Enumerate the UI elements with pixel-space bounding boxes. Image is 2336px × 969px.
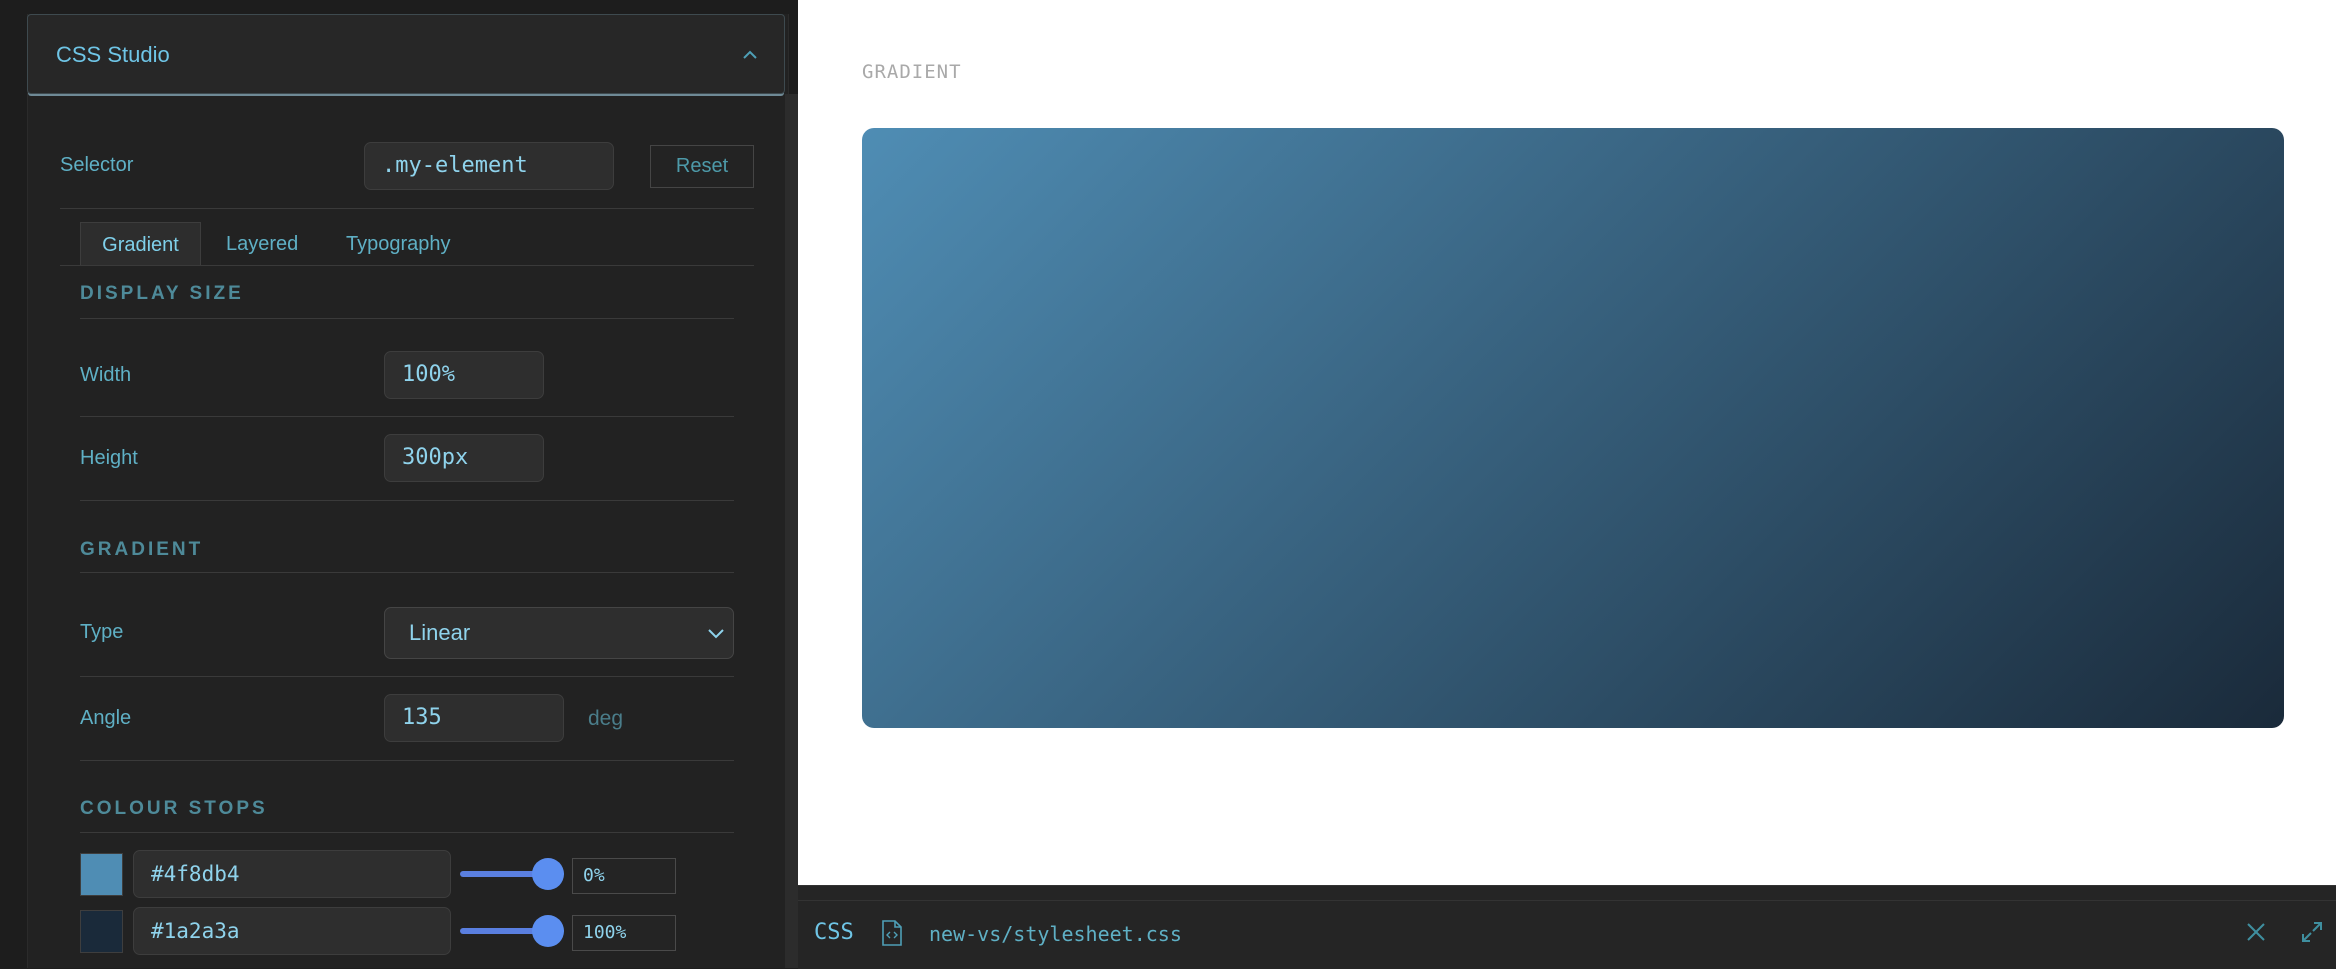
selector-label: Selector xyxy=(60,154,134,176)
colour-stops-heading: COLOUR STOPS xyxy=(80,798,268,819)
stop-position-slider[interactable] xyxy=(460,858,564,890)
tab-typography[interactable]: Typography xyxy=(346,222,451,266)
width-label: Width xyxy=(80,364,132,386)
type-select[interactable]: Linear xyxy=(384,607,734,659)
close-icon[interactable] xyxy=(2244,920,2268,944)
stop-color-input[interactable]: #1a2a3a xyxy=(133,907,451,955)
css-label: CSS xyxy=(814,920,854,945)
height-label: Height xyxy=(80,447,138,469)
preview-pane: GRADIENT xyxy=(798,0,2336,885)
divider xyxy=(798,900,2336,901)
studio-title: CSS Studio xyxy=(56,42,170,67)
chevron-down-icon xyxy=(708,629,724,639)
css-panel-bar: CSS new-vs/stylesheet.css xyxy=(798,885,2336,969)
slider-thumb[interactable] xyxy=(532,915,564,947)
preview-caption: GRADIENT xyxy=(862,61,962,83)
file-code-icon xyxy=(882,920,902,946)
stop-color-swatch[interactable] xyxy=(80,853,123,896)
tabs-divider xyxy=(60,265,754,266)
type-label: Type xyxy=(80,621,124,643)
tab-layered[interactable]: Layered xyxy=(226,222,298,266)
angle-label: Angle xyxy=(80,707,132,729)
chevron-up-icon[interactable] xyxy=(740,45,760,65)
divider xyxy=(80,760,734,761)
type-select-value: Linear xyxy=(409,620,471,645)
gradient-heading: GRADIENT xyxy=(80,539,204,560)
selector-input[interactable]: .my-element xyxy=(364,142,614,190)
studio-header[interactable]: CSS Studio xyxy=(27,14,785,94)
stop-color-input[interactable]: #4f8db4 xyxy=(133,850,451,898)
divider xyxy=(80,572,734,573)
scrollbar[interactable] xyxy=(785,94,798,968)
display-size-heading: DISPLAY SIZE xyxy=(80,283,244,304)
expand-icon[interactable] xyxy=(2300,920,2324,944)
divider xyxy=(80,318,734,319)
divider xyxy=(80,832,734,833)
left-panel: CSS Studio Selector .my-element Reset Gr… xyxy=(0,0,798,968)
angle-input[interactable]: 135 xyxy=(384,694,564,742)
tab-gradient[interactable]: Gradient xyxy=(80,222,201,266)
stop-position-slider[interactable] xyxy=(460,915,564,947)
gradient-preview xyxy=(862,128,2284,728)
divider xyxy=(80,676,734,677)
file-path[interactable]: new-vs/stylesheet.css xyxy=(929,922,1182,946)
angle-unit: deg xyxy=(588,707,624,730)
height-input[interactable]: 300px xyxy=(384,434,544,482)
divider xyxy=(60,208,754,209)
stop-position-input[interactable]: 100% xyxy=(572,915,676,951)
divider xyxy=(80,416,734,417)
divider xyxy=(80,500,734,501)
stop-color-swatch[interactable] xyxy=(80,910,123,953)
reset-button[interactable]: Reset xyxy=(650,145,754,188)
width-input[interactable]: 100% xyxy=(384,351,544,399)
slider-thumb[interactable] xyxy=(532,858,564,890)
stop-position-input[interactable]: 0% xyxy=(572,858,676,894)
